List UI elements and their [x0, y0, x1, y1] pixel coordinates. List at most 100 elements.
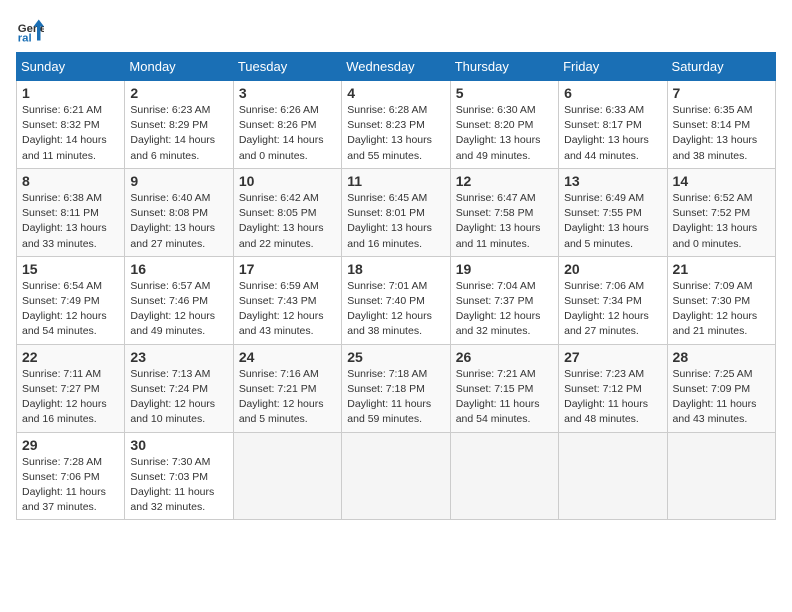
calendar-day-cell: 29 Sunrise: 7:28 AMSunset: 7:06 PMDayligh…: [17, 432, 125, 520]
day-number: 23: [130, 349, 227, 365]
day-info: Sunrise: 6:21 AMSunset: 8:32 PMDaylight:…: [22, 103, 119, 164]
weekday-header: Friday: [559, 53, 667, 81]
day-number: 1: [22, 85, 119, 101]
day-number: 27: [564, 349, 661, 365]
calendar-day-cell: 19 Sunrise: 7:04 AMSunset: 7:37 PMDayligh…: [450, 256, 558, 344]
calendar-day-cell: 27 Sunrise: 7:23 AMSunset: 7:12 PMDayligh…: [559, 344, 667, 432]
calendar-day-cell: 2 Sunrise: 6:23 AMSunset: 8:29 PMDaylight…: [125, 81, 233, 169]
day-number: 18: [347, 261, 444, 277]
day-number: 11: [347, 173, 444, 189]
calendar-day-cell: 21Sunrise: 7:09 AMSunset: 7:30 PMDayligh…: [667, 256, 775, 344]
day-info: Sunrise: 7:30 AMSunset: 7:03 PMDaylight:…: [130, 455, 227, 516]
calendar-day-cell: 23 Sunrise: 7:13 AMSunset: 7:24 PMDayligh…: [125, 344, 233, 432]
day-info: Sunrise: 6:45 AMSunset: 8:01 PMDaylight:…: [347, 191, 444, 252]
weekday-header: Monday: [125, 53, 233, 81]
day-number: 13: [564, 173, 661, 189]
calendar-week-row: 1 Sunrise: 6:21 AMSunset: 8:32 PMDaylight…: [17, 81, 776, 169]
day-info: Sunrise: 6:33 AMSunset: 8:17 PMDaylight:…: [564, 103, 661, 164]
calendar-day-cell: 18 Sunrise: 7:01 AMSunset: 7:40 PMDayligh…: [342, 256, 450, 344]
day-info: Sunrise: 6:49 AMSunset: 7:55 PMDaylight:…: [564, 191, 661, 252]
calendar-day-cell: 4Sunrise: 6:28 AMSunset: 8:23 PMDaylight…: [342, 81, 450, 169]
day-number: 20: [564, 261, 661, 277]
day-info: Sunrise: 6:35 AMSunset: 8:14 PMDaylight:…: [673, 103, 770, 164]
calendar-day-cell: 25 Sunrise: 7:18 AMSunset: 7:18 PMDayligh…: [342, 344, 450, 432]
calendar-week-row: 15Sunrise: 6:54 AMSunset: 7:49 PMDayligh…: [17, 256, 776, 344]
calendar-day-cell: 9Sunrise: 6:40 AMSunset: 8:08 PMDaylight…: [125, 168, 233, 256]
calendar-day-cell: [667, 432, 775, 520]
day-info: Sunrise: 6:59 AMSunset: 7:43 PMDaylight:…: [239, 279, 336, 340]
day-info: Sunrise: 6:38 AMSunset: 8:11 PMDaylight:…: [22, 191, 119, 252]
weekday-header-row: SundayMondayTuesdayWednesdayThursdayFrid…: [17, 53, 776, 81]
day-info: Sunrise: 6:57 AMSunset: 7:46 PMDaylight:…: [130, 279, 227, 340]
day-info: Sunrise: 7:13 AMSunset: 7:24 PMDaylight:…: [130, 367, 227, 428]
day-number: 30: [130, 437, 227, 453]
calendar-day-cell: 14 Sunrise: 6:52 AMSunset: 7:52 PMDayligh…: [667, 168, 775, 256]
day-number: 29: [22, 437, 119, 453]
calendar-day-cell: [342, 432, 450, 520]
day-info: Sunrise: 7:06 AMSunset: 7:34 PMDaylight:…: [564, 279, 661, 340]
day-number: 24: [239, 349, 336, 365]
day-info: Sunrise: 6:40 AMSunset: 8:08 PMDaylight:…: [130, 191, 227, 252]
calendar-day-cell: [450, 432, 558, 520]
weekday-header: Thursday: [450, 53, 558, 81]
day-number: 16: [130, 261, 227, 277]
day-info: Sunrise: 7:09 AMSunset: 7:30 PMDaylight:…: [673, 279, 770, 340]
day-info: Sunrise: 7:18 AMSunset: 7:18 PMDaylight:…: [347, 367, 444, 428]
calendar-day-cell: 8 Sunrise: 6:38 AMSunset: 8:11 PMDaylight…: [17, 168, 125, 256]
day-info: Sunrise: 7:11 AMSunset: 7:27 PMDaylight:…: [22, 367, 119, 428]
calendar-day-cell: 16 Sunrise: 6:57 AMSunset: 7:46 PMDayligh…: [125, 256, 233, 344]
weekday-header: Saturday: [667, 53, 775, 81]
day-number: 17: [239, 261, 336, 277]
calendar-day-cell: 22 Sunrise: 7:11 AMSunset: 7:27 PMDayligh…: [17, 344, 125, 432]
day-number: 19: [456, 261, 553, 277]
svg-text:ral: ral: [18, 32, 32, 44]
calendar-day-cell: 24 Sunrise: 7:16 AMSunset: 7:21 PMDayligh…: [233, 344, 341, 432]
calendar-day-cell: 11 Sunrise: 6:45 AMSunset: 8:01 PMDayligh…: [342, 168, 450, 256]
calendar-day-cell: 15Sunrise: 6:54 AMSunset: 7:49 PMDayligh…: [17, 256, 125, 344]
day-info: Sunrise: 6:23 AMSunset: 8:29 PMDaylight:…: [130, 103, 227, 164]
day-info: Sunrise: 7:28 AMSunset: 7:06 PMDaylight:…: [22, 455, 119, 516]
day-info: Sunrise: 6:47 AMSunset: 7:58 PMDaylight:…: [456, 191, 553, 252]
calendar-week-row: 22 Sunrise: 7:11 AMSunset: 7:27 PMDayligh…: [17, 344, 776, 432]
weekday-header: Wednesday: [342, 53, 450, 81]
calendar-day-cell: 30 Sunrise: 7:30 AMSunset: 7:03 PMDayligh…: [125, 432, 233, 520]
weekday-header: Tuesday: [233, 53, 341, 81]
day-info: Sunrise: 6:52 AMSunset: 7:52 PMDaylight:…: [673, 191, 770, 252]
day-number: 7: [673, 85, 770, 101]
weekday-header: Sunday: [17, 53, 125, 81]
calendar-day-cell: 6 Sunrise: 6:33 AMSunset: 8:17 PMDaylight…: [559, 81, 667, 169]
day-info: Sunrise: 7:25 AMSunset: 7:09 PMDaylight:…: [673, 367, 770, 428]
day-number: 22: [22, 349, 119, 365]
calendar-day-cell: 1 Sunrise: 6:21 AMSunset: 8:32 PMDaylight…: [17, 81, 125, 169]
calendar-week-row: 29 Sunrise: 7:28 AMSunset: 7:06 PMDayligh…: [17, 432, 776, 520]
calendar-day-cell: 12Sunrise: 6:47 AMSunset: 7:58 PMDayligh…: [450, 168, 558, 256]
calendar-day-cell: 28Sunrise: 7:25 AMSunset: 7:09 PMDayligh…: [667, 344, 775, 432]
day-number: 6: [564, 85, 661, 101]
calendar-day-cell: 7 Sunrise: 6:35 AMSunset: 8:14 PMDaylight…: [667, 81, 775, 169]
calendar-day-cell: 3Sunrise: 6:26 AMSunset: 8:26 PMDaylight…: [233, 81, 341, 169]
day-info: Sunrise: 7:23 AMSunset: 7:12 PMDaylight:…: [564, 367, 661, 428]
day-number: 2: [130, 85, 227, 101]
calendar-day-cell: 5 Sunrise: 6:30 AMSunset: 8:20 PMDaylight…: [450, 81, 558, 169]
calendar-table: SundayMondayTuesdayWednesdayThursdayFrid…: [16, 52, 776, 520]
day-info: Sunrise: 6:54 AMSunset: 7:49 PMDaylight:…: [22, 279, 119, 340]
day-number: 5: [456, 85, 553, 101]
calendar-day-cell: [233, 432, 341, 520]
calendar-day-cell: 17 Sunrise: 6:59 AMSunset: 7:43 PMDayligh…: [233, 256, 341, 344]
day-number: 10: [239, 173, 336, 189]
day-info: Sunrise: 6:30 AMSunset: 8:20 PMDaylight:…: [456, 103, 553, 164]
day-number: 25: [347, 349, 444, 365]
calendar-week-row: 8 Sunrise: 6:38 AMSunset: 8:11 PMDaylight…: [17, 168, 776, 256]
page-header: Gene ral: [16, 16, 776, 44]
day-info: Sunrise: 7:16 AMSunset: 7:21 PMDaylight:…: [239, 367, 336, 428]
day-info: Sunrise: 7:21 AMSunset: 7:15 PMDaylight:…: [456, 367, 553, 428]
calendar-day-cell: 10Sunrise: 6:42 AMSunset: 8:05 PMDayligh…: [233, 168, 341, 256]
day-info: Sunrise: 6:26 AMSunset: 8:26 PMDaylight:…: [239, 103, 336, 164]
day-info: Sunrise: 6:28 AMSunset: 8:23 PMDaylight:…: [347, 103, 444, 164]
day-number: 8: [22, 173, 119, 189]
logo: Gene ral: [16, 16, 48, 44]
day-info: Sunrise: 7:01 AMSunset: 7:40 PMDaylight:…: [347, 279, 444, 340]
day-number: 14: [673, 173, 770, 189]
calendar-day-cell: 20 Sunrise: 7:06 AMSunset: 7:34 PMDayligh…: [559, 256, 667, 344]
day-info: Sunrise: 7:04 AMSunset: 7:37 PMDaylight:…: [456, 279, 553, 340]
